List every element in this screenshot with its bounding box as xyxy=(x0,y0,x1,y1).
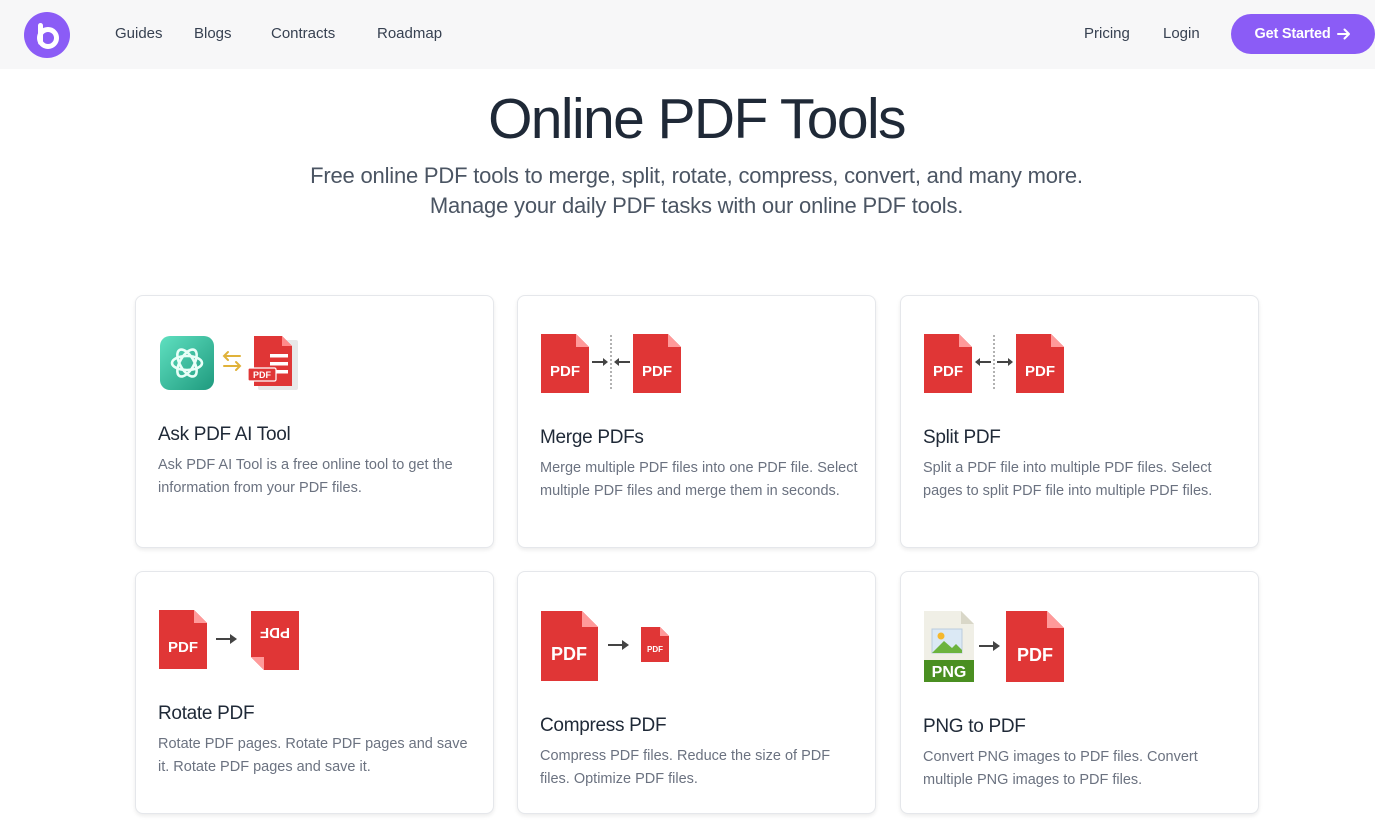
top-nav: Guides Blogs Contracts Roadmap Pricing L… xyxy=(0,0,1375,69)
subtitle-line-1: Free online PDF tools to merge, split, r… xyxy=(310,163,1083,188)
nav-link-contracts[interactable]: Contracts xyxy=(271,24,335,44)
card-description: Compress PDF files. Reduce the size of P… xyxy=(540,748,831,787)
compress-pdf-icon: PDF PDF xyxy=(541,611,669,681)
card-description: Merge multiple PDF files into one PDF fi… xyxy=(540,460,858,499)
pdf-label: PDF xyxy=(1025,363,1055,380)
arrow-right-icon xyxy=(1337,28,1351,40)
pdf-label: PDF xyxy=(551,644,587,664)
tool-card-rotate-pdf[interactable]: PDF PDF Rotate PDF Rotate PDF pages. Rot… xyxy=(135,571,494,814)
page-subtitle: Free online PDF tools to merge, split, r… xyxy=(0,161,1375,221)
tool-card-png-to-pdf[interactable]: PNG PDF PNG to PDF Convert PNG images to… xyxy=(900,571,1259,814)
page-title: Online PDF Tools xyxy=(488,87,906,151)
tool-card-merge-pdfs[interactable]: PDF PDF Merge PDFs Merge multiple PDF fi… xyxy=(517,295,876,548)
logo-b-icon xyxy=(37,23,59,49)
card-title: Split PDF xyxy=(923,427,1001,448)
pdf-label: PDF xyxy=(260,624,290,641)
card-title: PNG to PDF xyxy=(923,716,1026,737)
card-title: Merge PDFs xyxy=(540,427,644,448)
nav-link-pricing[interactable]: Pricing xyxy=(1084,24,1130,44)
nav-link-login[interactable]: Login xyxy=(1163,24,1200,44)
nav-link-guides[interactable]: Guides xyxy=(115,24,163,44)
png-to-pdf-icon: PNG PDF xyxy=(924,611,1064,682)
merge-pdf-icon: PDF PDF xyxy=(541,334,681,393)
chatgpt-to-pdf-icon: PDF xyxy=(160,336,298,390)
card-title: Rotate PDF xyxy=(158,703,255,724)
nav-link-roadmap[interactable]: Roadmap xyxy=(377,24,442,44)
card-title: Ask PDF AI Tool xyxy=(158,424,291,445)
png-label: PNG xyxy=(932,664,967,681)
get-started-label: Get Started xyxy=(1254,26,1331,42)
card-title: Compress PDF xyxy=(540,715,667,736)
split-pdf-icon: PDF PDF xyxy=(924,334,1064,393)
card-description: Ask PDF AI Tool is a free online tool to… xyxy=(158,457,453,496)
pdf-label: PDF xyxy=(1017,645,1053,665)
pdf-label: PDF xyxy=(642,363,672,380)
tool-card-ask-pdf-ai[interactable]: PDF Ask PDF AI Tool Ask PDF AI Tool is a… xyxy=(135,295,494,548)
tool-card-split-pdf[interactable]: PDF PDF Split PDF Split a PDF file into … xyxy=(900,295,1259,548)
card-description: Split a PDF file into multiple PDF files… xyxy=(923,460,1213,499)
pdf-label: PDF xyxy=(933,363,963,380)
pdf-label: PDF xyxy=(168,639,198,656)
pdf-label: PDF xyxy=(647,645,663,654)
subtitle-line-2: Manage your daily PDF tasks with our onl… xyxy=(429,193,964,218)
card-description: Rotate PDF pages. Rotate PDF pages and s… xyxy=(158,736,468,775)
tool-card-compress-pdf[interactable]: PDF PDF Compress PDF Compress PDF files.… xyxy=(517,571,876,814)
get-started-button[interactable]: Get Started xyxy=(1231,14,1375,54)
card-description: Convert PNG images to PDF files. Convert… xyxy=(923,749,1198,788)
pdf-label: PDF xyxy=(550,363,580,380)
nav-link-blogs[interactable]: Blogs xyxy=(194,24,232,44)
brand-logo[interactable] xyxy=(24,12,70,58)
rotate-pdf-icon: PDF PDF xyxy=(159,610,299,670)
pdf-label: PDF xyxy=(253,370,272,380)
